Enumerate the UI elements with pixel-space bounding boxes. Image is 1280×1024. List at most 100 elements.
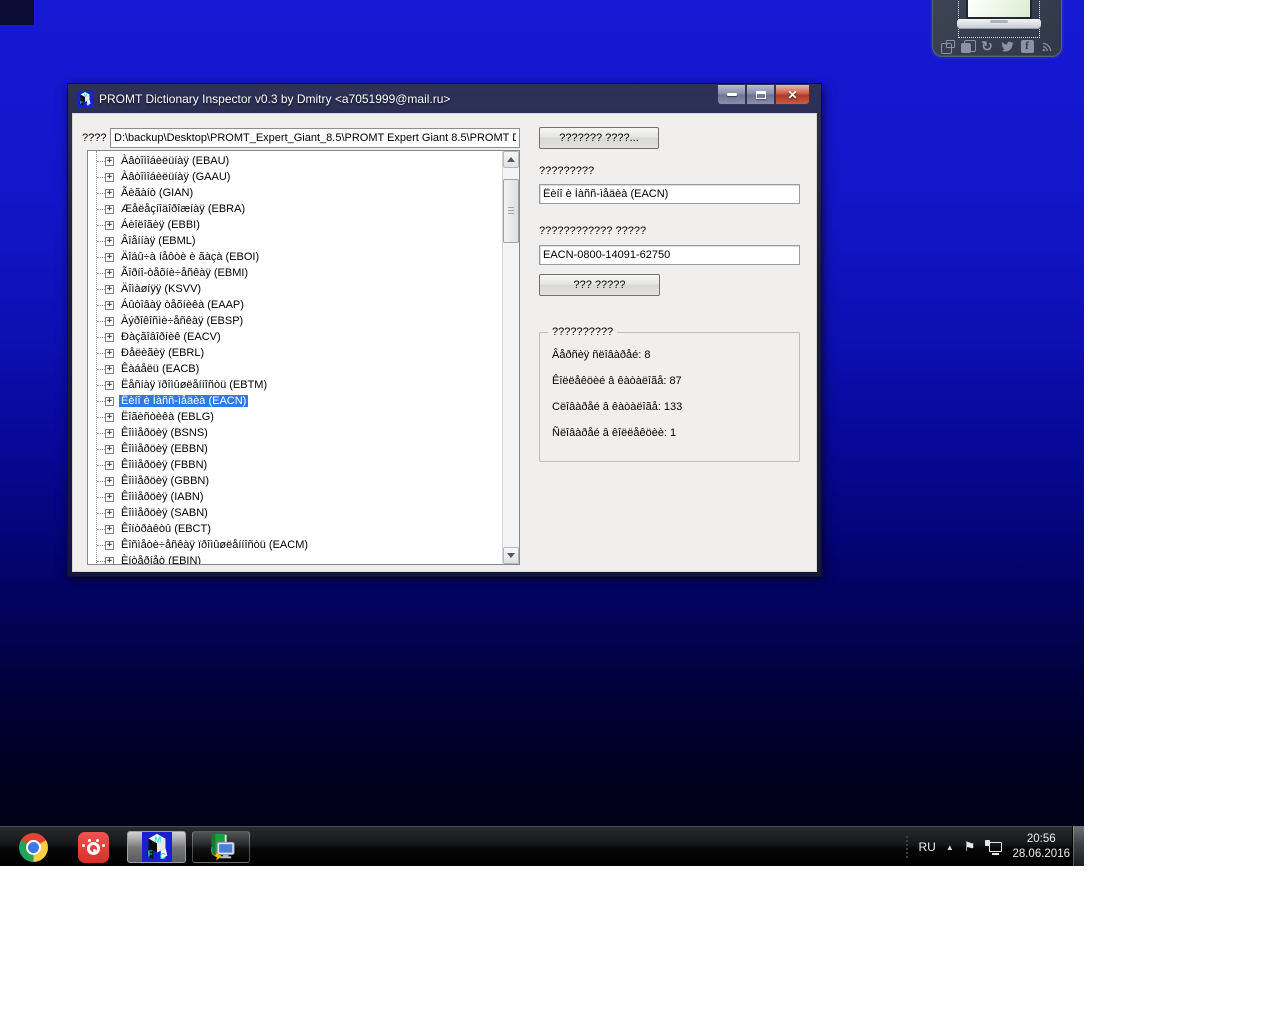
minimize-button[interactable]: [717, 85, 746, 105]
tree-connector: [97, 560, 105, 562]
scroll-up-button[interactable]: [503, 151, 519, 168]
svg-text:F: F: [80, 100, 83, 105]
taskbar-promt-button[interactable]: [192, 831, 250, 863]
scrollbar-thumb[interactable]: [503, 179, 519, 243]
expand-icon[interactable]: +: [105, 492, 114, 502]
tree-item-label: Ðåëèãèÿ (EBRL): [121, 347, 205, 359]
show-hidden-icons-button[interactable]: ▲: [946, 843, 954, 852]
tree-item[interactable]: + Ãèãàíò (GIAN): [88, 185, 502, 201]
tree-item[interactable]: + Æåëåçíîäîðîæíàÿ (EBRA): [88, 201, 502, 217]
arrow-down-icon: [507, 553, 515, 558]
capture-window-icon[interactable]: [940, 39, 955, 54]
dictionary-name-field[interactable]: [539, 184, 800, 204]
close-button[interactable]: ✕: [775, 85, 810, 105]
tree-item[interactable]: + Èíòåðíåò (EBIN): [88, 553, 502, 564]
tree-connector: [97, 544, 105, 546]
tree-item[interactable]: + Êîììåðöèÿ (GBBN): [88, 473, 502, 489]
taskbar-clock[interactable]: 20:56 28.06.2016: [1012, 832, 1070, 862]
tree-item[interactable]: + Áèîëîãèÿ (EBBI): [88, 217, 502, 233]
expand-icon[interactable]: +: [105, 268, 114, 278]
expand-icon[interactable]: +: [105, 252, 114, 262]
expand-icon[interactable]: +: [105, 540, 114, 550]
expand-icon[interactable]: +: [105, 460, 114, 470]
expand-icon[interactable]: +: [105, 188, 114, 198]
tree-item-label: Ðàçãîâîðíèê (EACV): [121, 331, 221, 343]
expand-icon[interactable]: +: [105, 348, 114, 358]
expand-icon[interactable]: +: [105, 204, 114, 214]
tree-item[interactable]: + Àýðîêîñìè÷åñêàÿ (EBSP): [88, 313, 502, 329]
action-center-flag-icon[interactable]: ⚑: [964, 839, 976, 855]
tree-item[interactable]: + Ëåñíàÿ ïðîìûøëåííîñòü (EBTM): [88, 377, 502, 393]
expand-icon[interactable]: +: [105, 476, 114, 486]
expand-icon[interactable]: +: [105, 412, 114, 422]
tree-connector: [97, 192, 105, 194]
network-icon[interactable]: [985, 839, 1003, 855]
taskbar-chrome-icon[interactable]: [18, 831, 48, 863]
tree-item[interactable]: + Êîíòðàêòû (EBCT): [88, 521, 502, 537]
dictionary-code-field[interactable]: [539, 245, 800, 265]
scroll-down-button[interactable]: [503, 547, 519, 564]
expand-icon[interactable]: +: [105, 284, 114, 294]
tree-item[interactable]: + Àâòîìîáèëüíàÿ (GAAU): [88, 169, 502, 185]
tree-item[interactable]: + Äîáû÷à íåôòè è ãàçà (EBOI): [88, 249, 502, 265]
expand-icon[interactable]: +: [105, 332, 114, 342]
taskbar-gom-player-icon[interactable]: [77, 831, 109, 863]
expand-icon[interactable]: +: [105, 396, 114, 406]
refresh-icon[interactable]: ↻: [981, 39, 994, 53]
dictionary-path-input[interactable]: [110, 128, 520, 148]
expand-icon[interactable]: +: [105, 364, 114, 374]
tree-item[interactable]: + Êîñìåòè÷åñêàÿ ïðîìûøëåííîñòü (EACM): [88, 537, 502, 553]
tree-item[interactable]: + Ðåëèãèÿ (EBRL): [88, 345, 502, 361]
expand-icon[interactable]: +: [105, 556, 114, 564]
expand-icon[interactable]: +: [105, 316, 114, 326]
expand-icon[interactable]: +: [105, 172, 114, 182]
copy-layers-icon[interactable]: [960, 39, 976, 53]
expand-icon[interactable]: +: [105, 524, 114, 534]
tree-item[interactable]: + Áûòîâàÿ òåõíèêà (EAAP): [88, 297, 502, 313]
expand-icon[interactable]: +: [105, 508, 114, 518]
dialog-client-area: ???? ??????? ????... + Àâòîìîáèëüíàÿ (EB…: [72, 113, 817, 572]
expand-icon[interactable]: +: [105, 156, 114, 166]
expand-icon[interactable]: +: [105, 236, 114, 246]
twitter-icon[interactable]: [1001, 40, 1014, 53]
maximize-button[interactable]: [746, 85, 775, 105]
tree-item[interactable]: + Ðàçãîâîðíèê (EACV): [88, 329, 502, 345]
dictionary-tree[interactable]: + Àâòîìîáèëüíàÿ (EBAU) + Àâòîìîáèëüíàÿ (…: [87, 150, 520, 565]
tree-item[interactable]: + Âîåííàÿ (EBML): [88, 233, 502, 249]
tree-item[interactable]: + Êèíî è Ìàññ-ìåäèà (EACN): [88, 393, 502, 409]
action-button[interactable]: ??? ?????: [539, 274, 660, 296]
expand-icon[interactable]: +: [105, 380, 114, 390]
language-indicator[interactable]: RU: [919, 840, 936, 854]
tree-item[interactable]: + Êîììåðöèÿ (SABN): [88, 505, 502, 521]
taskbar: M F C RU ▲ ⚑ 20:56 28.06.2016: [0, 826, 1084, 866]
stat-line: Âåðñèÿ ñëîâàðåé: 8: [552, 349, 651, 361]
expand-icon[interactable]: +: [105, 428, 114, 438]
screenshot-gadget[interactable]: ↻ f: [932, 0, 1062, 57]
tree-connector: [97, 304, 105, 306]
tree-connector: [97, 432, 105, 434]
tree-item[interactable]: + Êîììåðöèÿ (FBBN): [88, 457, 502, 473]
tree-item-label: Ãîðíî-òåõíè÷åñêàÿ (EBMI): [121, 267, 249, 279]
show-desktop-button[interactable]: [1072, 826, 1084, 866]
tree-item[interactable]: + Àâòîìîáèëüíàÿ (EBAU): [88, 153, 502, 169]
taskbar-mfc-app-button[interactable]: M F C: [127, 831, 186, 863]
titlebar[interactable]: M F C PROMT Dictionary Inspector v0.3 by…: [68, 84, 821, 113]
expand-icon[interactable]: +: [105, 300, 114, 310]
tree-scrollbar[interactable]: [502, 151, 519, 564]
stat-line: Êîëëåêöèé â êàòàëîãå: 87: [552, 375, 682, 387]
tree-item[interactable]: + Êîììåðöèÿ (IABN): [88, 489, 502, 505]
svg-text:M: M: [154, 834, 161, 844]
open-folder-button[interactable]: ??????? ????...: [539, 127, 659, 149]
expand-icon[interactable]: +: [105, 220, 114, 230]
expand-icon[interactable]: +: [105, 444, 114, 454]
promt-dictionary-inspector-window: M F C PROMT Dictionary Inspector v0.3 by…: [67, 83, 822, 577]
broadcast-icon[interactable]: [1041, 40, 1054, 53]
tree-item-label: Àâòîìîáèëüíàÿ (GAAU): [121, 171, 231, 183]
facebook-icon[interactable]: f: [1020, 39, 1034, 53]
tree-item[interactable]: + Êîììåðöèÿ (EBBN): [88, 441, 502, 457]
tree-item[interactable]: + Äîìàøíÿÿ (KSVV): [88, 281, 502, 297]
tree-item[interactable]: + Ãîðíî-òåõíè÷åñêàÿ (EBMI): [88, 265, 502, 281]
tree-item[interactable]: + Êîììåðöèÿ (BSNS): [88, 425, 502, 441]
tree-item[interactable]: + Ëîãèñòèêà (EBLG): [88, 409, 502, 425]
tree-item[interactable]: + Êàáåëü (EACB): [88, 361, 502, 377]
